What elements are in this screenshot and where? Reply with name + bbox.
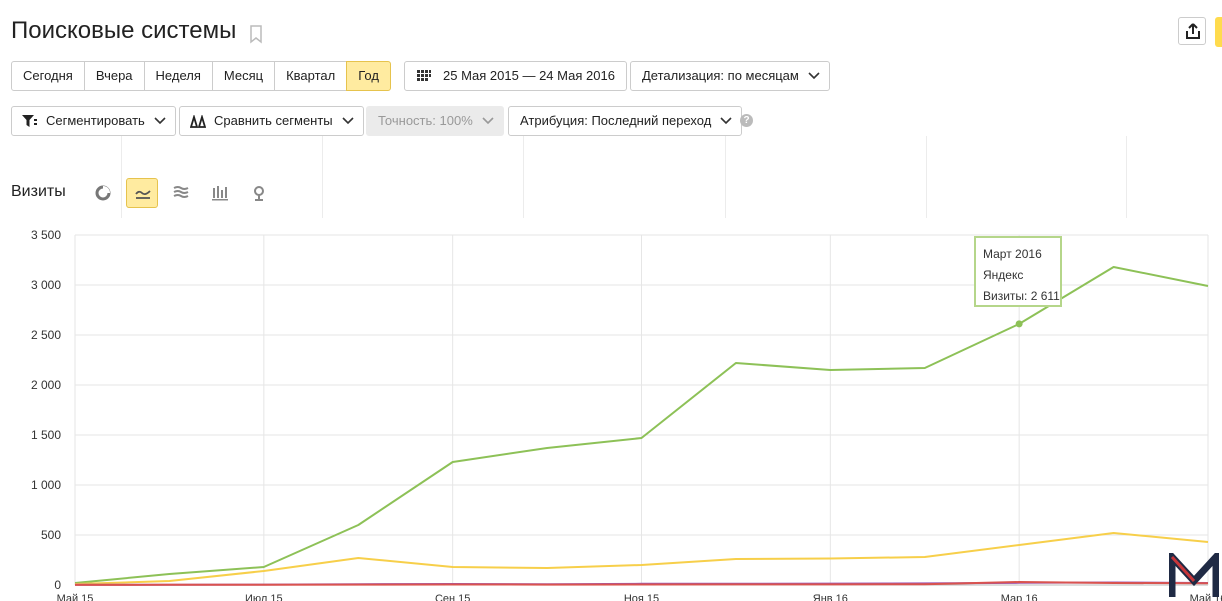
date-range-label: 25 Мая 2015 — 24 Мая 2016 bbox=[443, 68, 615, 83]
compare-icon bbox=[190, 115, 206, 128]
detail-label: Детализация: по месяцам bbox=[642, 68, 799, 83]
chart-tooltip: Март 2016 Яндекс Визиты: 2 611 bbox=[974, 236, 1062, 307]
chevron-down-icon bbox=[720, 117, 732, 125]
page-title: Поисковые системы bbox=[11, 17, 237, 44]
bookmark-icon[interactable] bbox=[248, 24, 264, 44]
x-tick-label: Мар 16 bbox=[1001, 593, 1038, 601]
y-tick-label: 3 500 bbox=[31, 228, 61, 242]
period-week-button[interactable]: Неделя bbox=[143, 61, 213, 91]
calendar-icon bbox=[417, 70, 431, 81]
y-tick-label: 2 500 bbox=[31, 328, 61, 342]
y-tick-label: 500 bbox=[41, 528, 61, 542]
chevron-down-icon bbox=[808, 72, 820, 80]
compare-segments-select[interactable]: Сравнить сегменты bbox=[179, 106, 364, 136]
tooltip-value: Визиты: 2 611 bbox=[983, 289, 1060, 303]
period-year-button[interactable]: Год bbox=[346, 61, 391, 91]
line-chart-button[interactable] bbox=[126, 178, 158, 208]
x-tick-label: Ноя 15 bbox=[624, 593, 659, 601]
bar-chart-icon bbox=[212, 186, 228, 201]
yellow-button-edge[interactable] bbox=[1215, 17, 1222, 47]
period-quarter-button[interactable]: Квартал bbox=[274, 61, 348, 91]
y-tick-label: 1 500 bbox=[31, 428, 61, 442]
y-tick-label: 2 000 bbox=[31, 378, 61, 392]
y-tick-label: 3 000 bbox=[31, 278, 61, 292]
period-yesterday-button[interactable]: Вчера bbox=[83, 61, 145, 91]
area-chart-icon bbox=[173, 186, 189, 198]
segment-select[interactable]: Сегментировать bbox=[11, 106, 176, 136]
date-range-picker[interactable]: 25 Мая 2015 — 24 Мая 2016 bbox=[404, 61, 627, 91]
bar-chart-button[interactable] bbox=[204, 178, 236, 208]
help-icon[interactable]: ? bbox=[740, 114, 753, 127]
accuracy-select: Точность: 100% bbox=[366, 106, 504, 136]
export-button[interactable] bbox=[1178, 17, 1206, 45]
map-chart-button[interactable] bbox=[243, 178, 275, 208]
pie-chart-button[interactable] bbox=[87, 178, 119, 208]
period-month-button[interactable]: Месяц bbox=[211, 61, 276, 91]
x-tick-label: Май 15 bbox=[57, 593, 94, 601]
period-selector: Сегодня Вчера Неделя Месяц Квартал Год bbox=[11, 61, 391, 91]
y-tick-label: 0 bbox=[54, 578, 61, 592]
compare-label: Сравнить сегменты bbox=[214, 113, 333, 128]
attribution-label: Атрибуция: Последний переход bbox=[520, 113, 712, 128]
export-icon bbox=[1186, 23, 1200, 39]
m-logo-icon bbox=[1169, 553, 1219, 597]
chevron-down-icon bbox=[342, 117, 354, 125]
x-tick-label: Сен 15 bbox=[435, 593, 470, 601]
tooltip-period: Март 2016 bbox=[983, 247, 1042, 261]
highlight-point bbox=[1015, 320, 1023, 328]
pie-chart-icon bbox=[95, 185, 111, 201]
line-chart-icon bbox=[135, 190, 151, 199]
map-pin-icon bbox=[254, 186, 264, 201]
accuracy-label: Точность: 100% bbox=[378, 113, 473, 128]
segment-label: Сегментировать bbox=[46, 113, 145, 128]
chevron-down-icon bbox=[154, 117, 166, 125]
area-chart-button[interactable] bbox=[165, 178, 197, 208]
tooltip-series: Яндекс bbox=[983, 268, 1024, 282]
x-tick-label: Янв 16 bbox=[813, 593, 848, 601]
x-tick-label: Июл 15 bbox=[245, 593, 283, 601]
y-tick-label: 1 000 bbox=[31, 478, 61, 492]
section-title: Визиты bbox=[11, 183, 66, 200]
chevron-down-icon bbox=[482, 117, 494, 125]
filter-icon bbox=[22, 115, 37, 127]
attribution-select[interactable]: Атрибуция: Последний переход bbox=[508, 106, 743, 136]
period-today-button[interactable]: Сегодня bbox=[11, 61, 85, 91]
detail-select[interactable]: Детализация: по месяцам bbox=[630, 61, 830, 91]
